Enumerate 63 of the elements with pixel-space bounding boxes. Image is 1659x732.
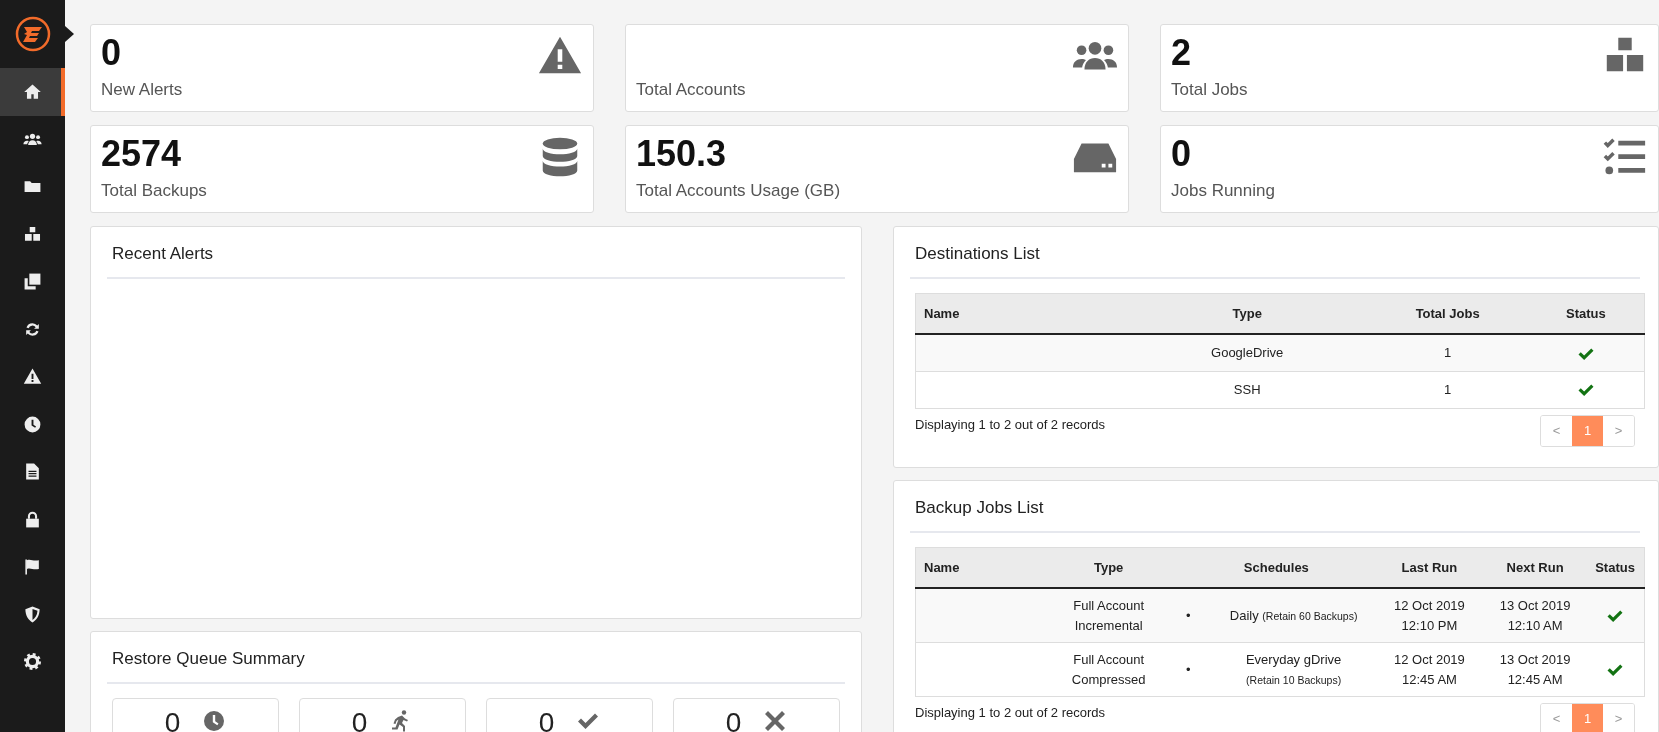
table-cell: Full Account Compressed	[1039, 642, 1178, 697]
home-icon	[23, 82, 42, 102]
flag-icon	[23, 557, 42, 577]
settings-icon	[23, 652, 42, 672]
schedule-text: Everyday gDrive (Retain 10 Backups)	[1244, 651, 1343, 688]
logo-icon	[14, 16, 51, 52]
shield-icon	[23, 604, 42, 624]
queue-count: 0	[725, 708, 742, 732]
column-header: Name	[915, 547, 1040, 588]
queue-count: 0	[351, 708, 368, 732]
clock-icon	[202, 708, 227, 732]
stat-label: Total Accounts	[636, 79, 746, 101]
column-header: Total Jobs	[1367, 293, 1528, 334]
stat-value: 2	[1171, 33, 1193, 73]
pagination[interactable]: < 1 >	[1540, 703, 1635, 732]
records-summary: Displaying 1 to 2 out of 2 records	[915, 704, 1106, 722]
column-header: Name	[915, 293, 1127, 334]
column-header: Status	[1586, 547, 1645, 588]
records-summary: Displaying 1 to 2 out of 2 records	[915, 415, 1106, 434]
queue-count: 0	[164, 708, 181, 732]
document-icon	[23, 462, 42, 482]
pagination[interactable]: < 1 >	[1540, 414, 1635, 447]
copy-icon	[23, 272, 42, 292]
stat-label: Total Backups	[101, 180, 207, 202]
column-header: Schedules	[1177, 547, 1375, 588]
bullet: •	[1185, 606, 1191, 625]
panel-title: Restore Queue Summary	[107, 646, 845, 684]
clock-icon	[23, 414, 42, 434]
panel-title: Recent Alerts	[107, 241, 845, 279]
stat-label: Total Accounts Usage (GB)	[636, 180, 841, 202]
page-button[interactable]: 1	[1572, 415, 1603, 446]
stat-value: 0	[1171, 134, 1193, 174]
stat-value: 0	[101, 33, 123, 73]
table-cell: Full Account Incremental	[1039, 588, 1178, 643]
table-cell: 1	[1367, 371, 1528, 408]
close-icon	[763, 708, 788, 732]
stat-value: 150.3	[636, 134, 728, 174]
table-cell: GoogleDrive	[1126, 334, 1368, 371]
table-cell: 13 Oct 2019 12:45 AM	[1484, 642, 1587, 697]
column-header: Status	[1527, 293, 1645, 334]
panel-title: Backup Jobs List	[910, 495, 1640, 533]
table-cell: 1	[1367, 334, 1528, 371]
sidebar-item[interactable]	[0, 68, 65, 116]
stat-label: Total Jobs	[1171, 79, 1248, 101]
column-header: Last Run	[1374, 547, 1485, 588]
column-header: Next Run	[1484, 547, 1587, 588]
stat-label: New Alerts	[101, 79, 183, 101]
schedule-text: Daily (Retain 60 Backups)	[1228, 606, 1359, 625]
cubes-icon	[23, 224, 42, 244]
queue-count: 0	[538, 708, 555, 732]
lock-icon	[23, 509, 42, 529]
warning-icon	[23, 367, 42, 387]
page-button[interactable]: 1	[1572, 704, 1603, 732]
table-cell: 12 Oct 2019 12:10 PM	[1374, 588, 1485, 643]
bullet: •	[1185, 660, 1191, 679]
table-cell: SSH	[1126, 371, 1368, 408]
column-header: Type	[1126, 293, 1368, 334]
stat-label: Jobs Running	[1171, 180, 1275, 202]
column-header: Type	[1039, 547, 1178, 588]
table-cell: 13 Oct 2019 12:10 AM	[1484, 588, 1587, 643]
panel-title: Destinations List	[910, 241, 1640, 279]
stat-value: 2574	[101, 134, 183, 174]
table-cell: 12 Oct 2019 12:45 AM	[1374, 642, 1485, 697]
